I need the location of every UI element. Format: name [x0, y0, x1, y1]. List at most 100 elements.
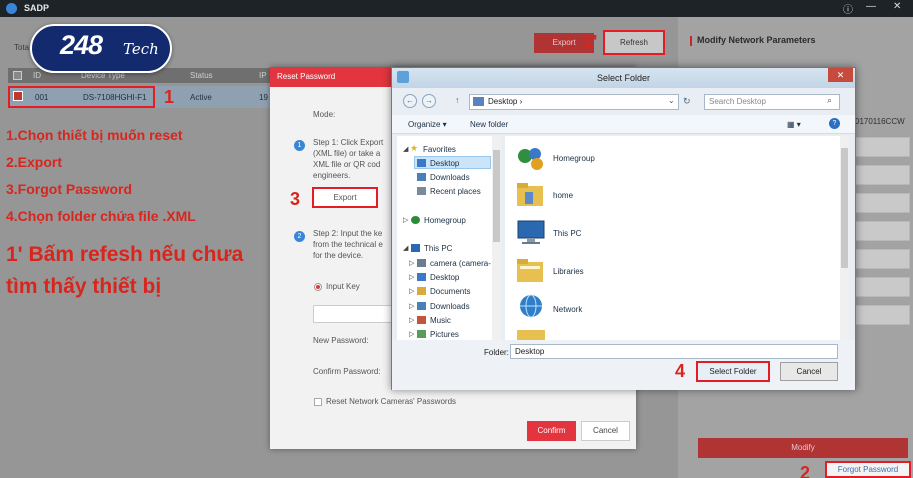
item-homegroup[interactable]: Homegroup — [553, 154, 595, 163]
reset-dialog-title: Reset Password — [277, 72, 336, 81]
column-header-status: Status — [190, 71, 213, 80]
forward-arrow-icon[interactable]: → — [422, 94, 436, 108]
annotation-tip-line-1: 1' Bấm refesh nếu chưa — [6, 243, 244, 266]
title-bar — [0, 0, 913, 17]
music-icon — [417, 316, 426, 324]
select-folder-close-button[interactable]: ✕ — [828, 68, 853, 82]
confirm-button[interactable]: Confirm — [527, 421, 576, 441]
param-field[interactable] — [850, 305, 910, 325]
annotation-step-4: 4.Chọn folder chứa file .XML — [6, 208, 196, 224]
nav-item-documents[interactable]: Documents — [430, 287, 470, 296]
confirm-password-label: Confirm Password: — [313, 367, 381, 376]
step-2-badge: 2 — [294, 231, 305, 242]
partial-folder-icon — [517, 330, 545, 340]
expand-arrow-icon[interactable]: ◢ — [403, 244, 408, 252]
collapse-arrow-icon[interactable]: ▷ — [403, 216, 408, 224]
reset-cameras-checkbox[interactable] — [314, 398, 322, 406]
step-1-badge: 1 — [294, 140, 305, 151]
favorites-star-icon: ★ — [410, 143, 419, 153]
nav-item-recent-places[interactable]: Recent places — [430, 187, 481, 196]
nav-item-camera[interactable]: camera (camera- — [430, 259, 491, 268]
collapse-arrow-icon[interactable]: ▷ — [409, 316, 414, 324]
address-text: Desktop › — [488, 97, 523, 106]
param-field[interactable] — [850, 249, 910, 269]
param-field[interactable] — [850, 221, 910, 241]
nav-item-pictures[interactable]: Pictures — [430, 330, 459, 339]
nav-item-music[interactable]: Music — [430, 316, 451, 325]
column-header-ip: IP — [259, 71, 267, 80]
nav-item-pc-desktop[interactable]: Desktop — [430, 273, 459, 282]
nav-item-downloads[interactable]: Downloads — [430, 173, 470, 182]
collapse-arrow-icon[interactable]: ▷ — [409, 287, 414, 295]
pictures-icon — [417, 330, 426, 338]
nav-item-this-pc[interactable]: This PC — [424, 244, 452, 253]
brand-tech: Tech — [123, 40, 159, 58]
annotation-4: 4 — [675, 361, 686, 381]
collapse-arrow-icon[interactable]: ▷ — [409, 330, 414, 338]
step-1-line-4: engineers. — [313, 171, 351, 180]
annotation-step-2: 2.Export — [6, 154, 63, 170]
param-field[interactable] — [850, 165, 910, 185]
step-2-line-2: from the technical e — [313, 240, 383, 249]
step-1-line-1: Step 1: Click Export — [313, 138, 384, 147]
annotation-2: 2 — [800, 463, 811, 478]
folder-value: Desktop — [515, 347, 545, 356]
modify-button[interactable]: Modify — [698, 438, 908, 458]
row-highlight-box — [8, 86, 155, 108]
this-pc-icon — [515, 218, 547, 246]
organize-menu[interactable]: Organize ▾ — [408, 120, 447, 129]
view-options-icon[interactable]: ▦ ▾ — [787, 120, 801, 129]
this-pc-icon — [411, 244, 420, 252]
select-folder-cancel-button[interactable]: Cancel — [780, 362, 838, 381]
info-icon[interactable]: ⓘ — [843, 1, 853, 16]
nav-item-homegroup[interactable]: Homegroup — [424, 216, 466, 225]
select-folder-button[interactable]: Select Folder — [696, 361, 770, 382]
collapse-arrow-icon[interactable]: ▷ — [409, 259, 414, 267]
search-icon[interactable]: ⌕ — [827, 95, 832, 106]
select-all-checkbox[interactable] — [13, 71, 22, 80]
home-folder-icon — [515, 180, 547, 208]
new-folder-button[interactable]: New folder — [470, 120, 508, 129]
expand-arrow-icon[interactable]: ◢ — [403, 145, 408, 153]
item-network[interactable]: Network — [553, 305, 582, 314]
param-field[interactable] — [850, 277, 910, 297]
reset-cancel-button[interactable]: Cancel — [581, 421, 630, 441]
folder-label: Folder: — [484, 348, 509, 357]
item-this-pc[interactable]: This PC — [553, 229, 581, 238]
input-key-radio[interactable] — [314, 283, 322, 291]
param-field[interactable] — [850, 137, 910, 157]
brand-number: 248 — [60, 30, 103, 60]
item-libraries[interactable]: Libraries — [553, 267, 584, 276]
nav-item-desktop[interactable]: Desktop — [430, 159, 459, 168]
nav-item-favorites[interactable]: Favorites — [423, 145, 456, 154]
minimize-button[interactable]: — — [866, 1, 876, 12]
export-xml-button[interactable]: Export — [312, 187, 378, 208]
input-key-label: Input Key — [326, 282, 360, 291]
key-input[interactable] — [313, 305, 393, 323]
chevron-down-icon[interactable]: ⌄ — [668, 96, 675, 105]
network-drive-icon — [417, 259, 426, 267]
nav-item-pc-downloads[interactable]: Downloads — [430, 302, 470, 311]
up-arrow-icon[interactable]: ↑ — [455, 95, 460, 105]
content-scrollbar[interactable] — [840, 136, 849, 340]
forgot-password-button[interactable]: Forgot Password — [825, 461, 911, 478]
annotation-1: 1 — [164, 87, 175, 107]
back-arrow-icon[interactable]: ← — [403, 94, 417, 108]
annotation-step-1: 1.Chọn thiết bị muốn reset — [6, 127, 183, 143]
collapse-arrow-icon[interactable]: ▷ — [409, 302, 414, 310]
param-field[interactable] — [850, 193, 910, 213]
step-2-line-1: Step 2: Input the ke — [313, 229, 383, 238]
help-icon[interactable]: ? — [829, 118, 840, 129]
folder-input[interactable] — [510, 344, 838, 359]
section-marker — [690, 36, 692, 46]
sadp-logo-icon — [6, 3, 17, 14]
refresh-icon[interactable]: ↻ — [683, 96, 691, 107]
collapse-arrow-icon[interactable]: ▷ — [409, 273, 414, 281]
recent-places-icon — [417, 187, 426, 195]
refresh-button[interactable]: Refresh — [603, 30, 665, 55]
command-toolbar — [392, 115, 855, 134]
total-label: Tota — [14, 43, 30, 52]
item-home[interactable]: home — [553, 191, 573, 200]
nav-pane-scrollbar[interactable] — [492, 136, 501, 340]
close-button[interactable]: ✕ — [893, 1, 901, 12]
